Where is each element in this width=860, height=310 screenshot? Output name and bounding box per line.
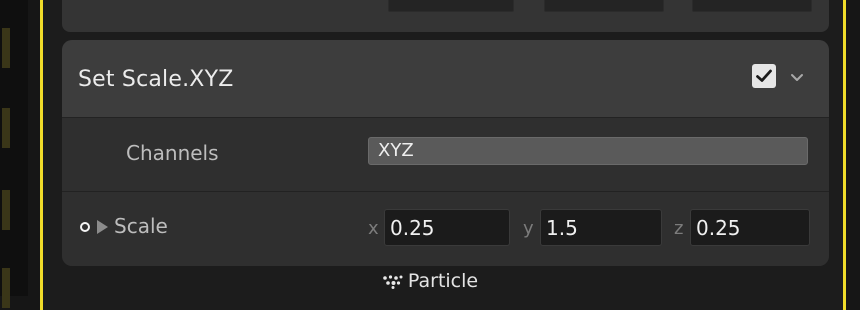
scale-y-axis-label: y	[523, 218, 534, 239]
expand-arrow-icon[interactable]	[97, 220, 108, 234]
scale-z-field[interactable]: 0.25	[690, 209, 810, 246]
previous-block[interactable]	[62, 0, 829, 32]
enable-checkbox[interactable]	[752, 64, 776, 88]
channels-field[interactable]: XYZ	[368, 137, 808, 165]
block-title: Set Scale.XYZ	[78, 67, 234, 92]
graph-background-strip	[0, 0, 28, 308]
particle-label: Particle	[407, 270, 479, 292]
block-header[interactable]: Set Scale.XYZ	[62, 40, 829, 118]
graph-marker	[2, 108, 10, 148]
scale-x-axis-label: x	[368, 218, 379, 239]
previous-block-field[interactable]	[544, 0, 664, 12]
input-port-icon[interactable]	[80, 222, 90, 232]
channels-row: Channels XYZ	[62, 118, 829, 192]
chevron-down-icon[interactable]	[789, 69, 805, 85]
scale-label: Scale	[114, 214, 168, 238]
checkmark-icon	[756, 69, 772, 82]
particle-icon	[383, 274, 403, 289]
graph-marker	[2, 190, 10, 230]
scale-x-field[interactable]: 0.25	[384, 209, 510, 246]
scale-y-field[interactable]: 1.5	[540, 209, 662, 246]
channels-label: Channels	[126, 141, 219, 165]
previous-block-field[interactable]	[388, 0, 514, 12]
particle-context-label: Particle	[0, 270, 860, 292]
scale-row: Scale x 0.25 y 1.5 z 0.25	[62, 192, 829, 266]
graph-marker	[2, 28, 10, 68]
set-scale-block[interactable]: Set Scale.XYZ Channels XYZ Scale x 0.25 …	[62, 40, 829, 266]
previous-block-field[interactable]	[692, 0, 812, 12]
scale-z-axis-label: z	[674, 218, 684, 239]
